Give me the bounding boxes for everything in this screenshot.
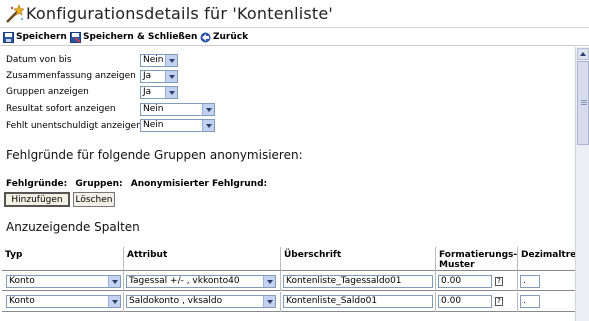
page-title: Konfigurationsdetails für 'Kontenliste'	[26, 4, 334, 23]
dezimal-input[interactable]: .	[520, 295, 540, 308]
form-row-resultat: Resultat sofort anzeigen	[6, 101, 116, 117]
save-button[interactable]: Speichern	[3, 30, 67, 44]
anonymize-heading: Fehlgründe für folgende Gruppen anonymis…	[6, 148, 303, 162]
title-bar: Konfigurationsdetails für 'Kontenliste'	[0, 0, 589, 28]
form-label: Zusammenfassung anzeigen	[6, 71, 136, 81]
magic-wand-icon	[6, 4, 24, 23]
divider	[280, 292, 281, 312]
chevron-down-icon	[263, 296, 275, 307]
table-row: Konto Tagessal +/- , vkkonto40 Kontenlis…	[2, 271, 575, 291]
delete-button[interactable]: Löschen	[73, 192, 115, 207]
zusammenfassung-select[interactable]: Ja	[140, 70, 178, 83]
back-button[interactable]: Zurück	[200, 30, 248, 44]
table-row: Konto Saldokonto , vksaldo Kontenliste_S…	[2, 292, 575, 312]
divider	[280, 271, 281, 291]
back-arrow-icon	[200, 32, 211, 42]
divider	[123, 292, 124, 312]
form-row-datum: Datum von bis	[6, 52, 72, 68]
header-attribut: Attribut	[123, 247, 280, 271]
select-value: Nein	[143, 120, 164, 130]
chevron-down-icon	[165, 71, 177, 82]
save-label: Speichern	[16, 32, 67, 42]
format-input[interactable]: 0.00	[438, 295, 492, 308]
select-value: Saldokonto , vksaldo	[129, 296, 223, 306]
anonymize-column-labels: Fehlgründe: Gruppen: Anonymisierter Fehl…	[6, 179, 272, 189]
form-label: Resultat sofort anzeigen	[6, 104, 116, 114]
form-row-fehlt: Fehlt unentschuldigt anzeigen	[6, 118, 142, 134]
typ-select[interactable]: Konto	[6, 295, 121, 308]
divider	[517, 271, 518, 291]
chevron-down-icon	[165, 87, 177, 98]
grip-line	[581, 100, 587, 101]
header-ueberschrift: Überschrift	[280, 247, 435, 271]
grip-line	[581, 102, 587, 103]
main-content: Datum von bis Nein Zusammenfassung anzei…	[0, 47, 575, 321]
anonymisierter-fehlgrund-label: Anonymisierter Fehlgrund:	[130, 179, 268, 189]
select-value: Ja	[143, 87, 152, 97]
gruppen-label: Gruppen:	[75, 179, 123, 189]
gruppen-select[interactable]: Ja	[140, 86, 178, 99]
fehlt-select[interactable]: Nein	[140, 119, 215, 132]
save-and-close-button[interactable]: Speichern & Schließen	[70, 30, 197, 44]
chevron-down-icon	[108, 276, 120, 287]
chevron-down-icon	[108, 296, 120, 307]
header-dezimaltrenner: Dezimaltre	[517, 247, 575, 271]
divider	[517, 292, 518, 312]
form-row-zusammenfassung: Zusammenfassung anzeigen	[6, 68, 136, 84]
divider	[123, 271, 124, 291]
attribut-select[interactable]: Tagessal +/- , vkkonto40	[126, 275, 276, 288]
select-value: Ja	[143, 71, 152, 81]
chevron-down-icon	[202, 120, 214, 131]
format-input[interactable]: 0.00	[438, 275, 492, 288]
datum-select[interactable]: Nein	[140, 54, 178, 67]
header-typ: Typ	[2, 247, 123, 271]
chevron-down-icon	[165, 55, 177, 66]
select-value: Tagessal +/- , vkkonto40	[129, 276, 240, 286]
back-label: Zurück	[213, 32, 249, 42]
form-label: Datum von bis	[6, 55, 72, 65]
divider	[435, 292, 436, 312]
add-button[interactable]: Hinzufügen	[4, 192, 70, 207]
save-close-label: Speichern & Schließen	[83, 32, 198, 42]
select-value: Nein	[143, 55, 164, 65]
fehlgruende-label: Fehlgründe:	[6, 179, 68, 189]
form-row-gruppen: Gruppen anzeigen	[6, 84, 89, 100]
resultat-select[interactable]: Nein	[140, 103, 215, 116]
select-value: Nein	[143, 104, 164, 114]
chevron-down-icon	[202, 104, 214, 115]
typ-select[interactable]: Konto	[6, 275, 121, 288]
help-icon[interactable]: ?	[495, 277, 503, 286]
form-label: Gruppen anzeigen	[6, 87, 89, 97]
scroll-up-arrow-icon[interactable]	[577, 48, 589, 60]
select-value: Konto	[9, 276, 35, 286]
chevron-down-icon	[263, 276, 275, 287]
attribut-select[interactable]: Saldokonto , vksaldo	[126, 295, 276, 308]
columns-heading: Anzuzeigende Spalten	[6, 220, 140, 234]
vertical-scrollbar[interactable]	[575, 47, 589, 321]
divider	[435, 271, 436, 291]
dezimal-input[interactable]: .	[520, 275, 540, 288]
grip-line	[581, 104, 587, 105]
help-icon[interactable]: ?	[495, 297, 503, 306]
header-formatierungs-muster: Formatierungs- Muster	[435, 247, 517, 271]
floppy-disk-icon	[3, 31, 14, 43]
ueberschrift-input[interactable]: Kontenliste_Tagessaldo01	[283, 275, 433, 288]
ueberschrift-input[interactable]: Kontenliste_Saldo01	[283, 295, 433, 308]
scrollbar-thumb[interactable]	[577, 61, 589, 145]
form-label: Fehlt unentschuldigt anzeigen	[6, 121, 142, 131]
select-value: Konto	[9, 296, 35, 306]
toolbar: Speichern Speichern & Schließen Zurück	[0, 28, 589, 46]
save-close-icon	[70, 31, 81, 43]
